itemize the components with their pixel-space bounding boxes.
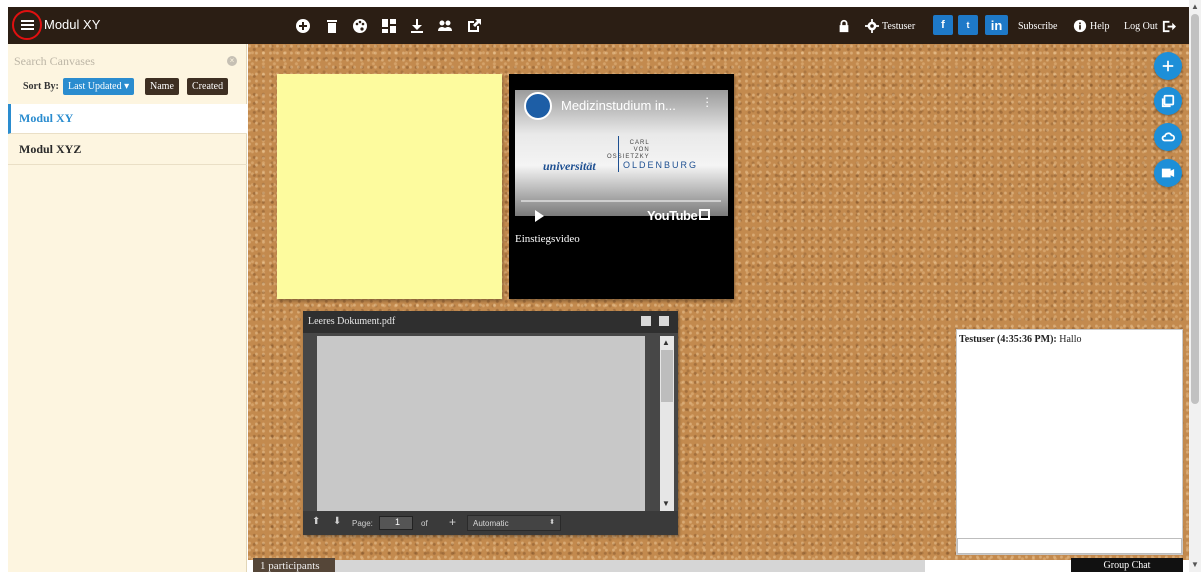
fullscreen-icon[interactable] bbox=[699, 209, 710, 220]
zoom-in-icon[interactable]: + bbox=[449, 515, 456, 529]
scroll-down-icon[interactable]: ▼ bbox=[662, 499, 670, 508]
channel-logo bbox=[524, 92, 552, 120]
add-image-button[interactable] bbox=[1154, 87, 1182, 115]
chat-message-text: Hallo bbox=[1059, 334, 1082, 345]
add-icon[interactable] bbox=[294, 17, 312, 35]
logo-divider bbox=[618, 136, 619, 172]
video-progress-bar[interactable] bbox=[521, 200, 721, 202]
zoom-select[interactable]: Automatic ⬍ bbox=[467, 515, 561, 531]
sort-last-updated-button[interactable]: Last Updated ▾ bbox=[63, 78, 135, 95]
canvas-title: Modul XY bbox=[44, 17, 101, 32]
canvas-item-modul-xyz[interactable]: Modul XYZ bbox=[8, 135, 247, 165]
pdf-title: Leeres Dokument.pdf bbox=[308, 316, 396, 327]
video-camera-icon bbox=[1161, 168, 1175, 178]
youtube-logo[interactable]: YouTube bbox=[647, 208, 698, 223]
video-call-button[interactable] bbox=[1154, 159, 1182, 187]
more-options-icon[interactable]: · · · bbox=[705, 91, 709, 112]
pdf-page bbox=[317, 336, 645, 511]
delete-icon[interactable] bbox=[641, 316, 651, 326]
pdf-toolbar: ⬆ ⬇ Page: 1 of + Automatic ⬍ bbox=[303, 511, 678, 535]
scroll-down-icon[interactable]: ▼ bbox=[1191, 560, 1199, 569]
page-label: Page: bbox=[352, 519, 373, 528]
help-label: Help bbox=[1090, 20, 1110, 32]
page-scrollbar[interactable]: ▲ ▼ bbox=[1189, 0, 1201, 572]
participants-count: 1 participants bbox=[253, 558, 335, 572]
open-external-icon[interactable] bbox=[465, 17, 483, 35]
help-button[interactable]: Help bbox=[1073, 15, 1109, 37]
twitter-icon[interactable]: t bbox=[958, 15, 978, 35]
next-page-icon[interactable]: ⬇ bbox=[333, 516, 341, 527]
save-icon[interactable] bbox=[659, 316, 669, 326]
page-of-label: of bbox=[421, 519, 428, 528]
scroll-up-icon[interactable]: ▲ bbox=[662, 338, 670, 347]
lock-icon[interactable] bbox=[837, 15, 851, 37]
chevron-down-icon: ⬍ bbox=[549, 519, 555, 526]
search-canvases-input[interactable] bbox=[14, 52, 214, 70]
chat-message-author: Testuser (4:35:36 PM): bbox=[959, 334, 1057, 345]
pdf-viewer-card[interactable]: Leeres Dokument.pdf ▲ ▼ ⬆ ⬇ Page: 1 of +… bbox=[303, 311, 678, 535]
sort-created-button[interactable]: Created bbox=[187, 78, 229, 95]
cloud-icon bbox=[1161, 132, 1175, 142]
sort-label: Sort By: bbox=[23, 81, 59, 92]
add-widget-button[interactable] bbox=[1154, 52, 1182, 80]
university-name: universität bbox=[543, 159, 596, 173]
zoom-value: Automatic bbox=[473, 518, 509, 528]
pdf-scroll-thumb[interactable] bbox=[661, 350, 673, 402]
layout-icon[interactable] bbox=[380, 17, 398, 35]
video-caption: Einstiegsvideo bbox=[515, 233, 580, 245]
chat-panel: Testuser (4:35:36 PM): Hallo bbox=[956, 329, 1183, 555]
chat-message: Testuser (4:35:36 PM): Hallo bbox=[959, 334, 1081, 345]
previous-page-icon[interactable]: ⬆ bbox=[312, 516, 320, 527]
logout-button[interactable]: Log Out bbox=[1124, 15, 1176, 37]
play-icon[interactable] bbox=[535, 210, 544, 222]
page-number-input[interactable]: 1 bbox=[379, 516, 413, 530]
hamburger-icon bbox=[20, 20, 34, 30]
bottom-scrollbar[interactable] bbox=[335, 560, 925, 572]
page-scroll-thumb[interactable] bbox=[1191, 14, 1199, 404]
group-chat-button[interactable]: Group Chat bbox=[1071, 558, 1183, 572]
gear-icon bbox=[865, 19, 879, 33]
sticky-note[interactable] bbox=[277, 74, 502, 299]
video-card[interactable]: Medizinstudium in... · · · CARL VON OSSIET… bbox=[509, 74, 734, 299]
user-settings-button[interactable]: Testuser bbox=[865, 15, 915, 37]
pdf-viewport: ▲ ▼ bbox=[303, 333, 678, 511]
users-icon[interactable] bbox=[436, 17, 454, 35]
clear-search-icon[interactable]: × bbox=[227, 56, 237, 66]
download-icon[interactable] bbox=[408, 17, 426, 35]
search-row: × bbox=[8, 44, 247, 76]
university-city: OLDENBURG bbox=[623, 160, 699, 170]
chat-input[interactable] bbox=[957, 538, 1182, 554]
cloud-upload-button[interactable] bbox=[1154, 123, 1182, 151]
image-gallery-icon bbox=[1161, 94, 1175, 108]
info-icon bbox=[1073, 19, 1087, 33]
scroll-up-icon[interactable]: ▲ bbox=[1191, 2, 1199, 11]
palette-icon[interactable] bbox=[351, 17, 369, 35]
hamburger-menu-button[interactable] bbox=[12, 10, 42, 40]
university-subtitle: CARL VON OSSIETZKY bbox=[607, 140, 650, 160]
facebook-icon[interactable]: f bbox=[933, 15, 953, 35]
pdf-scrollbar[interactable]: ▲ ▼ bbox=[660, 336, 674, 511]
trash-icon[interactable] bbox=[323, 17, 341, 35]
linkedin-icon[interactable]: in bbox=[985, 15, 1008, 35]
top-navigation-bar: Modul XY Testuser f t in Subscribe Help … bbox=[8, 7, 1189, 44]
logout-icon bbox=[1162, 20, 1176, 32]
canvas-sidebar: × Sort By: Last Updated ▾ Name Created M… bbox=[8, 44, 247, 572]
video-title: Medizinstudium in... bbox=[561, 98, 676, 113]
user-name: Testuser bbox=[882, 20, 916, 32]
video-thumbnail[interactable]: Medizinstudium in... · · · CARL VON OSSIET… bbox=[515, 90, 728, 216]
canvas-item-modul-xy[interactable]: Modul XY bbox=[8, 104, 247, 134]
sort-name-button[interactable]: Name bbox=[145, 78, 179, 95]
subscribe-link[interactable]: Subscribe bbox=[1018, 15, 1057, 37]
logout-label: Log Out bbox=[1124, 20, 1158, 32]
plus-icon bbox=[1162, 60, 1174, 72]
